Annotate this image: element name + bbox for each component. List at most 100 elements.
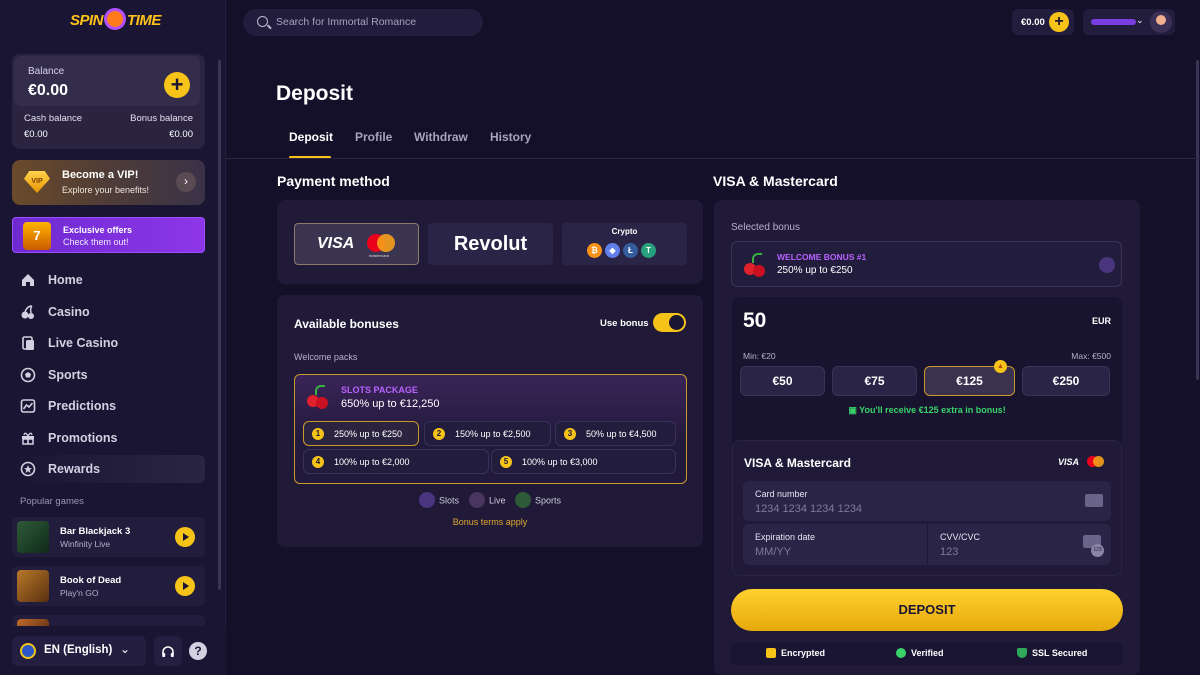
- logo-text-left: SPIN: [70, 11, 104, 29]
- cash-balance-value: €0.00: [24, 129, 48, 140]
- slots-package-card[interactable]: SLOTS PACKAGE 650% up to €12,250 1 250% u…: [294, 374, 687, 484]
- use-bonus-toggle[interactable]: [653, 313, 686, 332]
- brand-logo[interactable]: SPIN TIME: [70, 8, 161, 32]
- logo-spiral-icon: [104, 8, 127, 30]
- live-icon: [469, 492, 485, 508]
- topbar-balance: €0.00 +: [1012, 9, 1074, 35]
- category-live: Live: [469, 492, 506, 509]
- topbar-balance-value: €0.00: [1021, 17, 1045, 28]
- shield-icon: [1017, 647, 1027, 658]
- swap-bonus-icon[interactable]: [1099, 257, 1115, 273]
- sidebar-item-live-casino[interactable]: Live Casino: [20, 332, 205, 354]
- method-revolut[interactable]: Revolut: [428, 223, 553, 265]
- vip-banner[interactable]: VIP Become a VIP! Explore your benefits!…: [12, 160, 205, 205]
- exclusive-offers-banner[interactable]: 7 Exclusive offers Check them out!: [12, 217, 205, 253]
- sidebar-item-rewards[interactable]: Rewards: [20, 458, 205, 480]
- sidebar-item-label: Rewards: [48, 462, 101, 476]
- game-item[interactable]: Book of Dead Play'n GO: [12, 566, 205, 606]
- cherry-icon: [742, 253, 766, 277]
- currency-label: EUR: [1092, 316, 1112, 326]
- play-icon[interactable]: [175, 527, 195, 547]
- cash-balance-label: Cash balance: [24, 113, 83, 124]
- sidebar-scrollbar[interactable]: [218, 60, 221, 590]
- bonus-chip-4[interactable]: 4 100% up to €2,000: [303, 449, 489, 474]
- expiry-field[interactable]: Expiration date MM/YY: [743, 524, 927, 565]
- amount-input[interactable]: 50: [743, 309, 766, 333]
- sidebar-item-promotions[interactable]: Promotions: [20, 427, 205, 449]
- tab-withdraw[interactable]: Withdraw: [414, 130, 468, 144]
- offers-subtitle: Check them out!: [63, 237, 129, 247]
- deposit-button[interactable]: DEPOSIT: [731, 589, 1123, 631]
- card-form-title: VISA & Mastercard: [744, 456, 851, 470]
- cvv-field[interactable]: CVV/CVC 123 123: [928, 524, 1111, 565]
- user-menu[interactable]: ⌄: [1083, 9, 1175, 35]
- tab-history[interactable]: History: [490, 130, 531, 144]
- sidebar-item-predictions[interactable]: Predictions: [20, 395, 205, 417]
- bonus-extra-message: ▣ You'll receive €125 extra in bonus!: [732, 405, 1122, 416]
- selected-bonus-title: WELCOME BONUS #1: [777, 252, 867, 262]
- language-selector[interactable]: EN (English) ⌄: [12, 636, 146, 666]
- card-number-field[interactable]: Card number 1234 1234 1234 1234: [743, 481, 1111, 521]
- preset-amount-button[interactable]: €50: [740, 366, 825, 396]
- chart-icon: [20, 398, 36, 413]
- card-icon: [1085, 494, 1103, 507]
- litecoin-icon: Ł: [623, 243, 638, 258]
- check-circle-icon: [896, 647, 906, 658]
- revolut-logo: Revolut: [453, 233, 528, 255]
- preset-amount-button[interactable]: €75: [832, 366, 917, 396]
- search-input[interactable]: Search for Immortal Romance: [243, 9, 483, 36]
- bonus-terms-link[interactable]: Bonus terms apply: [277, 517, 703, 527]
- bonus-chip-3[interactable]: 3 50% up to €4,500: [555, 421, 676, 446]
- mastercard-logo-icon: [1087, 456, 1105, 468]
- selected-bonus-card[interactable]: WELCOME BONUS #1 250% up to €250: [731, 241, 1122, 287]
- badge-label: Verified: [911, 648, 944, 658]
- visa-logo: VISA: [317, 235, 355, 252]
- selected-bonus-subtitle: 250% up to €250: [777, 265, 853, 276]
- sidebar-item-label: Predictions: [48, 399, 117, 413]
- sidebar-item-label: Sports: [48, 368, 88, 382]
- method-crypto[interactable]: Crypto ₿ ◆ Ł T: [562, 223, 687, 265]
- lock-icon: [766, 647, 776, 658]
- ethereum-icon: ◆: [605, 243, 620, 258]
- preset-amount-button[interactable]: €250: [1022, 366, 1110, 396]
- trust-badges: Encrypted Verified SSL Secured: [731, 643, 1123, 665]
- expiry-placeholder: MM/YY: [755, 546, 792, 558]
- support-button[interactable]: [154, 636, 182, 666]
- avatar[interactable]: [1150, 11, 1172, 33]
- search-icon: [257, 16, 268, 27]
- expiry-label: Expiration date: [755, 532, 816, 542]
- bonus-chip-1[interactable]: 1 250% up to €250: [303, 421, 419, 446]
- fire-icon: ▲: [994, 360, 1007, 373]
- cherries-icon: [21, 305, 34, 319]
- play-icon[interactable]: [175, 576, 195, 596]
- sidebar: SPIN TIME Balance €0.00 + Cash balance €0…: [0, 0, 226, 675]
- card-number-placeholder: 1234 1234 1234 1234: [755, 503, 863, 515]
- category-slots: Slots: [419, 492, 460, 509]
- category-label: Slots: [439, 495, 460, 506]
- ball-icon: [20, 367, 36, 383]
- tab-deposit[interactable]: Deposit: [289, 130, 333, 144]
- bonus-chip-5[interactable]: 5 100% up to €3,000: [491, 449, 676, 474]
- sidebar-item-sports[interactable]: Sports: [20, 364, 205, 386]
- game-thumbnail: [17, 570, 49, 602]
- encrypted-badge: Encrypted: [766, 647, 825, 659]
- max-amount: Max: €500: [1071, 351, 1111, 361]
- card-number-label: Card number: [755, 489, 808, 499]
- sidebar-item-casino[interactable]: Casino: [20, 301, 205, 323]
- header-divider: [226, 158, 1200, 159]
- game-title: Bar Blackjack 3: [60, 526, 131, 537]
- method-visa-mastercard[interactable]: VISA mastercard: [294, 223, 419, 265]
- chip-text: 150% up to €2,500: [455, 429, 531, 439]
- ssl-badge: SSL Secured: [1017, 647, 1087, 659]
- add-funds-button[interactable]: +: [164, 72, 190, 98]
- vip-subtitle: Explore your benefits!: [62, 185, 150, 195]
- sidebar-item-home[interactable]: Home: [20, 269, 205, 291]
- game-item[interactable]: Bar Blackjack 3 Winfinity Live: [12, 517, 205, 557]
- star-badge-icon: [20, 461, 36, 477]
- chevron-right-icon[interactable]: ›: [176, 172, 196, 192]
- tab-profile[interactable]: Profile: [355, 130, 392, 144]
- topbar-add-funds-button[interactable]: +: [1049, 12, 1069, 32]
- bonus-chip-2[interactable]: 2 150% up to €2,500: [424, 421, 551, 446]
- main-scrollbar[interactable]: [1196, 60, 1199, 380]
- help-button[interactable]: ?: [184, 636, 212, 666]
